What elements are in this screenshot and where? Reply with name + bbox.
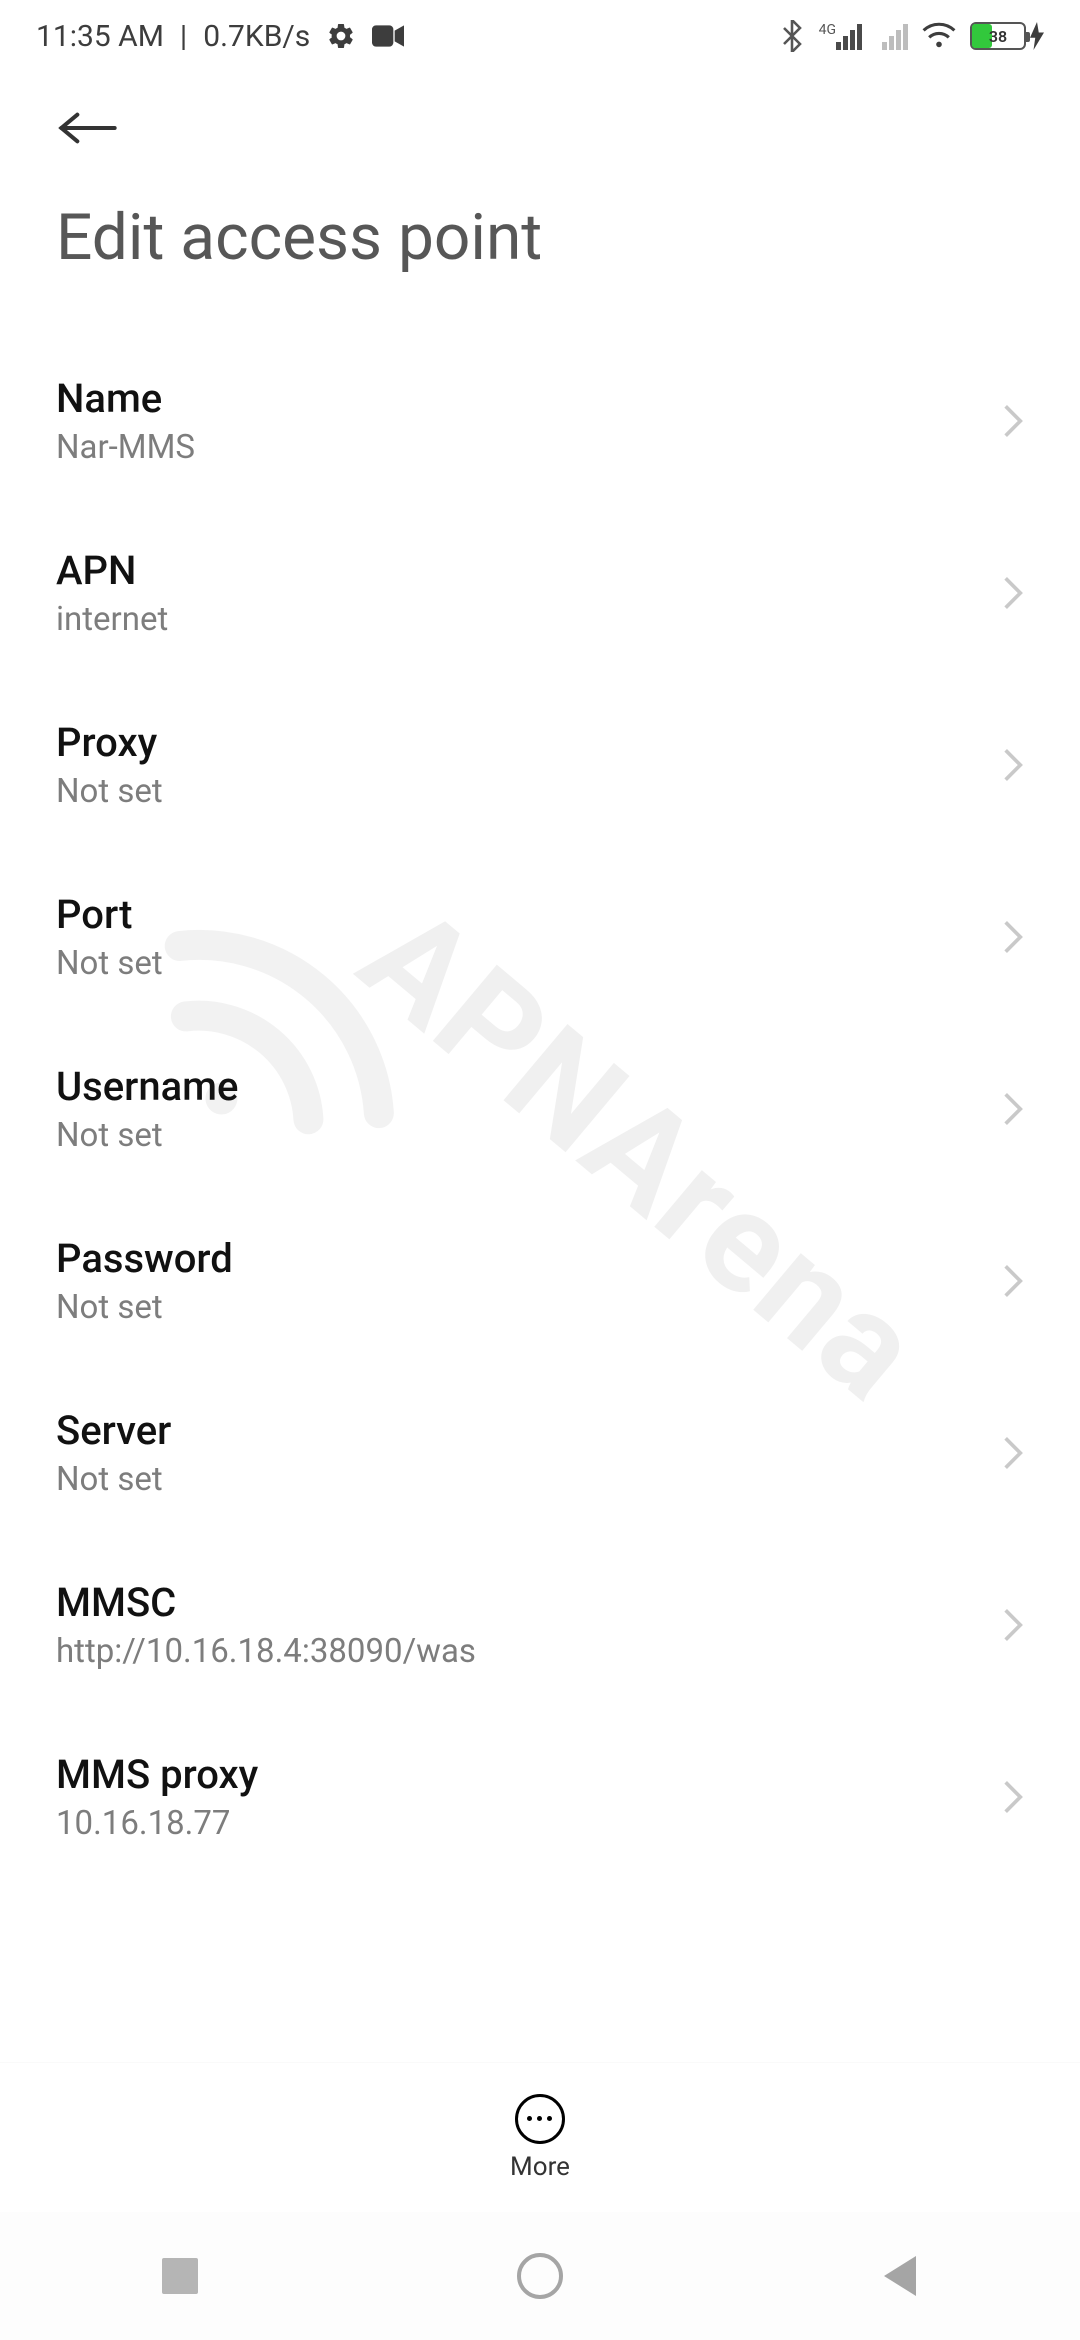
bottom-toolbar: More xyxy=(0,2062,1080,2212)
row-value: Not set xyxy=(56,1460,986,1499)
row-label: Name xyxy=(56,375,986,422)
row-mmsc[interactable]: MMSC http://10.16.18.4:38090/was xyxy=(56,1539,1024,1711)
more-icon xyxy=(515,2094,565,2144)
chevron-right-icon xyxy=(1002,402,1024,440)
row-port[interactable]: Port Not set xyxy=(56,851,1024,1023)
arrow-left-icon xyxy=(56,108,120,148)
status-speed: 0.7KB/s xyxy=(203,19,310,54)
row-value: Not set xyxy=(56,1288,986,1327)
row-label: MMSC xyxy=(56,1579,986,1626)
row-proxy[interactable]: Proxy Not set xyxy=(56,679,1024,851)
row-value: Nar-MMS xyxy=(56,428,986,467)
chevron-right-icon xyxy=(1002,1778,1024,1816)
signal-1-icon xyxy=(836,22,862,50)
bluetooth-icon xyxy=(781,20,803,52)
row-server[interactable]: Server Not set xyxy=(56,1367,1024,1539)
row-label: Username xyxy=(56,1063,986,1110)
chevron-right-icon xyxy=(1002,1090,1024,1128)
row-label: Server xyxy=(56,1407,986,1454)
signal-4g-label: 4G xyxy=(819,22,836,38)
row-value: 10.16.18.77 xyxy=(56,1804,986,1843)
page-title: Edit access point xyxy=(56,200,1044,275)
status-time: 11:35 AM xyxy=(36,19,164,54)
chevron-right-icon xyxy=(1002,574,1024,612)
battery-icon: 38 xyxy=(970,22,1026,50)
more-label: More xyxy=(510,2152,570,2182)
chevron-right-icon xyxy=(1002,1606,1024,1644)
chevron-right-icon xyxy=(1002,746,1024,784)
status-left: 11:35 AM | 0.7KB/s xyxy=(36,19,404,54)
more-button[interactable]: More xyxy=(510,2094,570,2182)
row-value: internet xyxy=(56,600,986,639)
nav-recents[interactable] xyxy=(157,2253,203,2299)
nav-back[interactable] xyxy=(877,2253,923,2299)
row-label: Proxy xyxy=(56,719,986,766)
row-name[interactable]: Name Nar-MMS xyxy=(56,335,1024,507)
camera-icon xyxy=(372,24,404,48)
chevron-right-icon xyxy=(1002,918,1024,956)
charging-icon xyxy=(1030,22,1044,50)
wifi-icon xyxy=(922,22,956,50)
chevron-right-icon xyxy=(1002,1434,1024,1472)
row-value: Not set xyxy=(56,1116,986,1155)
android-nav-bar xyxy=(0,2212,1080,2340)
signal-2-icon xyxy=(882,22,908,50)
row-mms-proxy[interactable]: MMS proxy 10.16.18.77 xyxy=(56,1711,1024,1883)
status-right: 4G 38 xyxy=(781,20,1044,52)
settings-icon xyxy=(326,21,356,51)
chevron-right-icon xyxy=(1002,1262,1024,1300)
row-label: MMS proxy xyxy=(56,1751,986,1798)
row-label: APN xyxy=(56,547,986,594)
row-password[interactable]: Password Not set xyxy=(56,1195,1024,1367)
status-bar: 11:35 AM | 0.7KB/s 4G xyxy=(0,0,1080,72)
nav-home[interactable] xyxy=(517,2253,563,2299)
row-value: Not set xyxy=(56,772,986,811)
row-label: Port xyxy=(56,891,986,938)
row-label: Password xyxy=(56,1235,986,1282)
row-username[interactable]: Username Not set xyxy=(56,1023,1024,1195)
row-apn[interactable]: APN internet xyxy=(56,507,1024,679)
row-value: Not set xyxy=(56,944,986,983)
back-button[interactable] xyxy=(56,92,128,164)
row-value: http://10.16.18.4:38090/was xyxy=(56,1632,986,1671)
